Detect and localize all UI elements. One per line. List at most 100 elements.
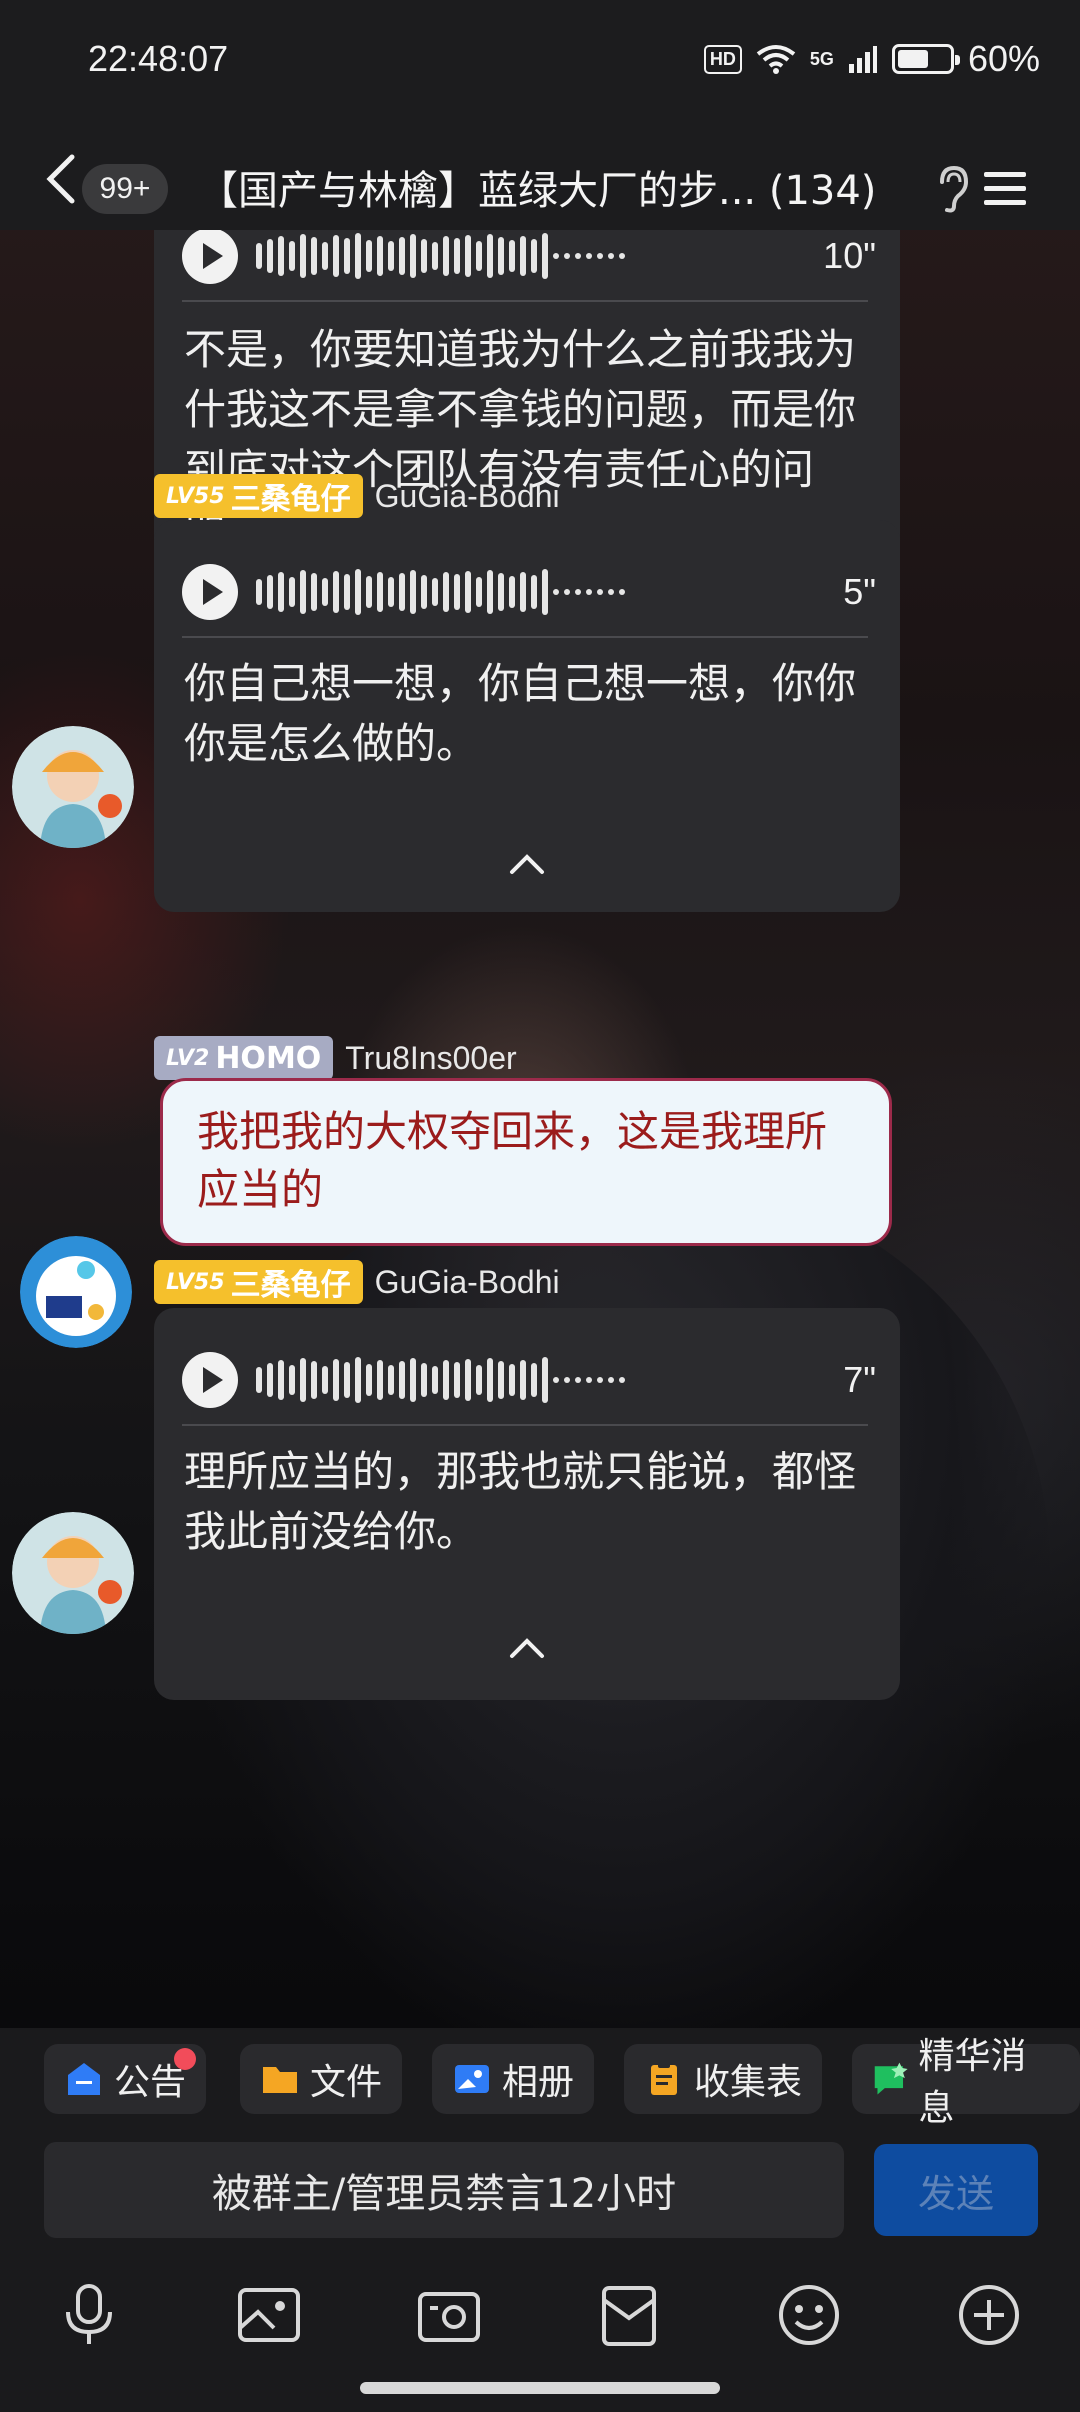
waveform-bar	[608, 1377, 614, 1383]
message-input-muted: 被群主/管理员禁言12小时	[44, 2142, 844, 2238]
voice-player[interactable]: 5"	[182, 562, 876, 622]
camera-icon[interactable]	[414, 2280, 484, 2350]
waveform-bar	[333, 571, 339, 613]
waveform-bar	[509, 1364, 515, 1396]
waveform-bar	[421, 1363, 427, 1397]
waveform	[256, 231, 798, 281]
voice-player[interactable]: 10"	[182, 230, 876, 286]
waveform-bar	[256, 579, 262, 605]
red-packet-icon[interactable]	[594, 2280, 664, 2350]
waveform-bar	[322, 1366, 328, 1394]
waveform-bar	[542, 233, 548, 279]
waveform-bar	[443, 236, 449, 276]
chip-label: 文件	[310, 2062, 383, 2103]
waveform-bar	[267, 575, 273, 609]
sender-name[interactable]: GuGia-Bodhi	[375, 1264, 560, 1301]
avatar-image	[20, 1236, 132, 1348]
waveform-bar	[333, 235, 339, 277]
waveform-bar	[344, 1362, 350, 1398]
send-button[interactable]: 发送	[874, 2144, 1038, 2236]
divider	[182, 1424, 868, 1426]
waveform-bar	[410, 1358, 416, 1402]
waveform-bar	[531, 1363, 537, 1397]
collapse-transcript-button[interactable]	[154, 844, 900, 884]
waveform-bar	[531, 575, 537, 609]
ear-icon[interactable]	[934, 164, 970, 214]
waveform-bar	[355, 569, 361, 615]
avatar-image	[12, 1512, 134, 1634]
chat-title[interactable]: 【国产与林檎】蓝绿大厂的步... (134)	[198, 158, 922, 216]
waveform-bar	[608, 253, 614, 259]
sender-name[interactable]: GuGia-Bodhi	[375, 478, 560, 515]
waveform-bar	[267, 239, 273, 273]
waveform-bar	[267, 1363, 273, 1397]
chevron-up-icon	[510, 854, 544, 874]
waveform-bar	[597, 589, 603, 595]
chevron-up-icon	[510, 1638, 544, 1658]
chat-header: 99+ 【国产与林檎】蓝绿大厂的步... (134)	[0, 128, 1080, 230]
voice-transcript: 理所应当的，那我也就只能说，都怪我此前没给你。	[184, 1447, 857, 1556]
chip-forms[interactable]: 收集表	[624, 2044, 823, 2114]
chip-essence[interactable]: 精华消息	[852, 2036, 1080, 2129]
sender-name[interactable]: Tru8Ins00er	[345, 1040, 516, 1077]
waveform-bar	[344, 238, 350, 274]
waveform-bar	[322, 578, 328, 606]
play-icon[interactable]	[182, 230, 238, 284]
status-time: 22:48:07	[88, 38, 229, 79]
unread-count-badge[interactable]: 99+	[82, 164, 168, 214]
voice-duration: 5"	[843, 571, 876, 612]
battery-icon	[891, 44, 960, 74]
waveform-bar	[553, 589, 559, 595]
waveform-bar	[443, 1360, 449, 1400]
voice-message[interactable]: 5" 你自己想一想，你自己想一想，你你你是怎么做的。	[154, 520, 900, 912]
waveform-bar	[377, 236, 383, 276]
message-list[interactable]: 10" 不是，你要知道我为什么之前我我为什我这不是拿不拿钱的问题，而是你到底对这…	[0, 230, 1080, 2028]
gesture-bar	[0, 2374, 1080, 2412]
image-icon[interactable]	[234, 2280, 304, 2350]
waveform-bar	[498, 237, 504, 275]
waveform-bar	[619, 253, 625, 259]
waveform-bar	[377, 1360, 383, 1400]
waveform	[256, 567, 798, 617]
menu-icon[interactable]	[980, 164, 1030, 214]
waveform-bar	[454, 574, 460, 610]
chip-label: 收集表	[694, 2062, 803, 2103]
chip-files[interactable]: 文件	[240, 2044, 403, 2114]
emoji-icon[interactable]	[774, 2280, 844, 2350]
avatar[interactable]	[20, 1236, 132, 1348]
album-icon	[455, 2065, 489, 2093]
waveform-bar	[619, 589, 625, 595]
waveform-bar	[586, 1377, 592, 1383]
home-indicator[interactable]	[360, 2382, 720, 2394]
waveform-bar	[355, 1357, 361, 1403]
member-title: HOMO	[215, 1040, 322, 1076]
battery-percent: 60%	[967, 38, 1040, 79]
chip-album[interactable]: 相册	[432, 2044, 595, 2114]
avatar[interactable]	[12, 726, 134, 848]
play-icon[interactable]	[182, 1352, 238, 1408]
waveform-bar	[256, 243, 262, 269]
microphone-icon[interactable]	[54, 2280, 124, 2350]
essence-icon	[874, 2062, 908, 2095]
avatar-image	[12, 726, 134, 848]
waveform-bar	[300, 234, 306, 278]
voice-message[interactable]: 7" 理所应当的，那我也就只能说，都怪我此前没给你。	[154, 1308, 900, 1700]
member-title: 三桑龟仔	[230, 1268, 351, 1303]
avatar[interactable]	[12, 1512, 134, 1634]
plus-icon[interactable]	[954, 2280, 1024, 2350]
voice-player[interactable]: 7"	[182, 1350, 876, 1410]
waveform-bar	[421, 239, 427, 273]
voice-duration: 7"	[843, 1359, 876, 1400]
waveform-bar	[597, 1377, 603, 1383]
sender-info: LV55 三桑龟仔 GuGia-Bodhi	[154, 474, 560, 518]
input-row: 被群主/管理员禁言12小时 发送	[0, 2134, 1080, 2254]
text-message-bubble[interactable]: 我把我的大权夺回来，这是我理所应当的	[160, 1078, 892, 1246]
waveform-bar	[487, 234, 493, 278]
wifi-icon	[756, 45, 796, 74]
play-icon[interactable]	[182, 564, 238, 620]
waveform-bar	[256, 1367, 262, 1393]
collapse-transcript-button[interactable]	[154, 1628, 900, 1668]
back-button[interactable]	[36, 150, 84, 208]
chip-announcement[interactable]: 公告	[44, 2044, 207, 2114]
divider	[182, 300, 868, 302]
